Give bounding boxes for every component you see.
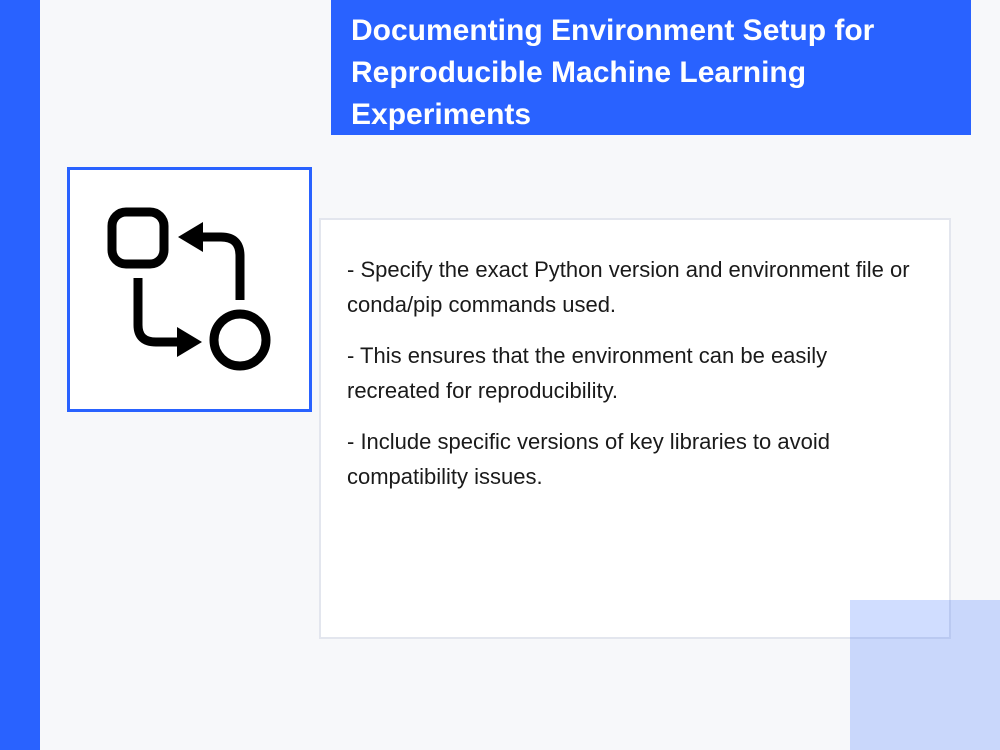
left-accent-bar <box>0 0 40 750</box>
icon-panel <box>67 167 312 412</box>
bullet-item-3: - Include specific versions of key libra… <box>347 429 830 489</box>
content-panel: - Specify the exact Python version and e… <box>319 218 951 639</box>
bullet-item-2: - This ensures that the environment can … <box>347 343 828 403</box>
bullet-item-1: - Specify the exact Python version and e… <box>347 257 910 317</box>
workflow-cycle-icon <box>107 207 271 371</box>
decorative-corner-square <box>850 600 1000 750</box>
title-banner: Documenting Environment Setup for Reprod… <box>331 0 971 135</box>
slide-title: Documenting Environment Setup for Reprod… <box>351 14 875 131</box>
